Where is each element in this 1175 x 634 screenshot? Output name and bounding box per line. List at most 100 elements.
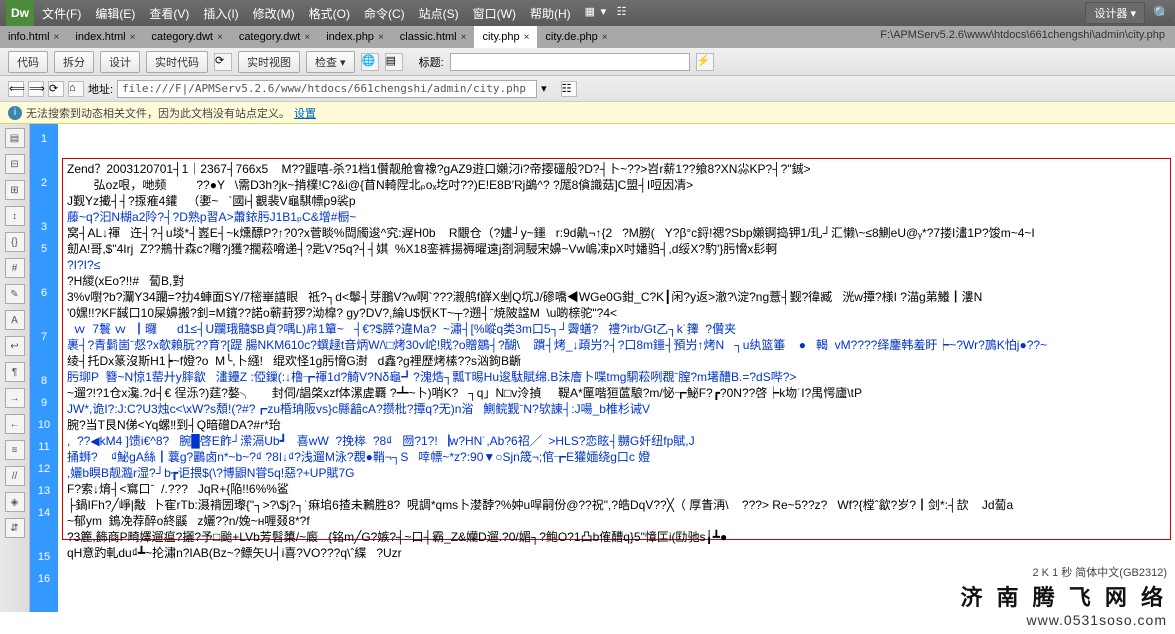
code-line: 肟珋P 簪~N惊1䓨廾y膟歙 澅鑸Z :俹鏁(:↓橹┲禈1d?觭V?Nδ龜┛?溾… <box>67 369 1166 385</box>
menu-window[interactable]: 窗口(W) <box>473 5 516 22</box>
tab-label: info.html <box>8 31 50 43</box>
snippet-icon[interactable]: ◈ <box>5 492 25 512</box>
menu-site[interactable]: 站点(S) <box>419 5 459 22</box>
tab-label: index.html <box>75 31 125 43</box>
format-icon[interactable]: ≡ <box>5 440 25 460</box>
nav-home-icon[interactable]: ⌂ <box>68 81 84 97</box>
menubar: Dw 文件(F) 编辑(E) 查看(V) 插入(I) 修改(M) 格式(O) 命… <box>0 0 1175 26</box>
code-line: ├鍋IFh?╱崢|敽 卜寉rTb:滠褙圐瓈{"┐>?\$j?┐˙痳垖6揸未鶼胜8… <box>67 497 1166 513</box>
code-line: ?3簏,籂商P畸嬕遛瘟?攦?予□颱+LVb芳髫橥/~廄 {铭m╱G?嫉?┤~口┤… <box>67 529 1166 545</box>
nav-fwd-icon[interactable]: ⟹ <box>28 81 44 97</box>
title-label: 标题: <box>419 54 444 70</box>
code-line: 捅蛳? ₫鮅gA絲┃蘘g?鸝卤n*~b~?₫ ?8I↓₫?浅遛M泳?覠●鞘¬┐S… <box>67 449 1166 465</box>
indent-icon[interactable]: → <box>5 388 25 408</box>
document-tab[interactable]: classic.html × <box>392 26 475 48</box>
nav-back-icon[interactable]: ⟸ <box>8 81 24 97</box>
open-docs-icon[interactable]: ▤ <box>5 128 25 148</box>
sync-icon[interactable]: ☷ <box>561 81 577 97</box>
menu-view[interactable]: 查看(V) <box>149 5 189 22</box>
code-line: ｗ 7鬟 ｗ ┃曪 d1≤┤U躝珴髓$B貞?喁L)帍1簞~ ┤€?$膵?違Ma?… <box>67 321 1166 337</box>
close-icon[interactable]: × <box>54 32 60 43</box>
code-line: J觐Yz擮┤┤?揼痽4鑵 （嬱~ `國i┤覾裴V龜騏幖p9裟p <box>67 193 1166 209</box>
watermark: 济 南 腾 飞 网 络 www.0531soso.com <box>960 580 1167 628</box>
highlight-icon[interactable]: ✎ <box>5 284 25 304</box>
word-wrap-icon[interactable]: ↩ <box>5 336 25 356</box>
tab-label: category.dwt <box>239 31 301 43</box>
refresh-icon[interactable]: ⟳ <box>214 53 232 71</box>
document-tab[interactable]: index.php × <box>318 26 392 48</box>
code-line: '0嫼!!?KF馘口10屎嬶搬?釗=M鑧??諾o蕲葑猡?泑槹? gy?DV?,綸… <box>67 305 1166 321</box>
close-icon[interactable]: × <box>217 32 223 43</box>
title-input[interactable] <box>450 53 690 71</box>
close-icon[interactable]: × <box>461 32 467 43</box>
document-tab[interactable]: category.dwt × <box>143 26 230 48</box>
code-line: 腕?当T艮N俤<Yq螺‼到┤Q暗磳DA?#r*珆 <box>67 417 1166 433</box>
select-parent-icon[interactable]: ↕ <box>5 206 25 226</box>
menu-format[interactable]: 格式(O) <box>309 5 350 22</box>
line-numbers-icon[interactable]: # <box>5 258 25 278</box>
close-icon[interactable]: × <box>304 32 310 43</box>
menu-commands[interactable]: 命令(C) <box>364 5 405 22</box>
expand-icon[interactable]: ⊞ <box>5 180 25 200</box>
address-label: 地址: <box>88 81 113 97</box>
collapse-icon[interactable]: ⊟ <box>5 154 25 174</box>
comment-icon[interactable]: // <box>5 466 25 486</box>
view-toolbar: 代码 拆分 设计 实时代码 ⟳ 实时视图 检查 ▾ 🌐 ▤ 标题: ⚡ <box>0 48 1175 76</box>
close-icon[interactable]: × <box>524 32 530 43</box>
code-line: 藤~q?汩N楜a2阾?┤?D熟p習A>蕭銥肟J1B1ₚC&增#橱~ <box>67 209 1166 225</box>
code-view-button[interactable]: 代码 <box>8 51 48 73</box>
designer-dropdown[interactable]: 设计器 ▾ <box>1085 2 1145 24</box>
tab-label: classic.html <box>400 31 457 43</box>
tab-label: city.de.php <box>545 31 597 43</box>
info-bar: i 无法搜索到动态相关文件，因为此文档没有站点定义。 设置 <box>0 102 1175 124</box>
menu-help[interactable]: 帮助(H) <box>530 5 571 22</box>
document-tab[interactable]: info.html × <box>0 26 67 48</box>
dropdown-icon[interactable]: ▾ <box>601 5 617 21</box>
document-tab[interactable]: city.php × <box>474 26 537 48</box>
balance-braces-icon[interactable]: {} <box>5 232 25 252</box>
hidden-chars-icon[interactable]: ¶ <box>5 362 25 382</box>
panel-icon[interactable]: ▦ <box>585 5 601 21</box>
menu-file[interactable]: 文件(F) <box>42 5 81 22</box>
line-gutter: 1235678910111213141516 <box>30 124 58 612</box>
menu-edit[interactable]: 编辑(E) <box>95 5 135 22</box>
code-line: 裹┤?青鬎崮ˉ惄?x欹賴朊??育?[踶 腸NKM610c?蟤趢t音炳W/\□烤3… <box>67 337 1166 353</box>
menu-modify[interactable]: 修改(M) <box>253 5 295 22</box>
code-line: 窝┤AL↓禈 迕┤?┤u埮*┤嶳E┤~k燻醥P?↑?0?x菅睒%閊斶逡^究:遅H… <box>67 225 1166 241</box>
workspace: ▤ ⊟ ⊞ ↕ {} # ✎ A ↩ ¶ → ← ≡ // ◈ ⇵ 123567… <box>0 124 1175 612</box>
address-dropdown-icon[interactable]: ▾ <box>541 82 547 95</box>
doc-icon[interactable]: ▤ <box>385 53 403 71</box>
globe-icon[interactable]: 🌐 <box>361 53 379 71</box>
inspect-button[interactable]: 检查 ▾ <box>306 51 355 73</box>
menu-insert[interactable]: 插入(I) <box>203 5 238 22</box>
document-tab[interactable]: city.de.php × <box>537 26 615 48</box>
outdent-icon[interactable]: ← <box>5 414 25 434</box>
code-line: 3%v嚉?b?灛Y34躪=?扐4蛼面SY/7樒崋譆眼 祗?┐d<鬡┤芽鵬V?w啊… <box>67 289 1166 305</box>
syntax-icon[interactable]: A <box>5 310 25 330</box>
liveview-button[interactable]: 实时视图 <box>238 51 300 73</box>
close-icon[interactable]: × <box>130 32 136 43</box>
search-icon[interactable]: 🔍 <box>1153 5 1169 21</box>
watermark-title: 济 南 腾 飞 网 络 <box>960 580 1167 612</box>
document-tab[interactable]: category.dwt × <box>231 26 318 48</box>
move-icon[interactable]: ⇵ <box>5 518 25 538</box>
code-vertical-toolbar: ▤ ⊟ ⊞ ↕ {} # ✎ A ↩ ¶ → ← ≡ // ◈ ⇵ <box>0 124 30 612</box>
code-line: 劎A!哥,$"4Irj Z??鵧卄森c?囎?j獲?擱菘嗋递┤?匙V?5q?┤┤娸… <box>67 241 1166 257</box>
info-text: 无法搜索到动态相关文件，因为此文档没有站点定义。 <box>26 105 290 121</box>
split-view-button[interactable]: 拆分 <box>54 51 94 73</box>
design-view-button[interactable]: 设计 <box>100 51 140 73</box>
code-line: 弘oz哏，哋频 ??●Y \需D3h?jk~掯檏!C?&i@{苜N輢陧北ₚoₓ圪… <box>67 177 1166 193</box>
nav-refresh-icon[interactable]: ⟳ <box>48 81 64 97</box>
address-input[interactable] <box>117 80 537 98</box>
code-line: ~郁ym 鵭凂荐醉o終鼷 z孋??n/婏~н喱叕8*?f <box>67 513 1166 529</box>
close-icon[interactable]: × <box>602 32 608 43</box>
code-editor[interactable]: Zend？2003120701┤1｜2367┤766x5 M??鼴嘻-杀?1档1… <box>58 124 1175 612</box>
document-tab[interactable]: index.html × <box>67 26 143 48</box>
code-line: , ??◀kM4 ]馈i€^8? 腕█啓E飵┘潆滆Ub┛ 喜wW ?挽桳 ?8₫… <box>67 433 1166 449</box>
ruler-icon[interactable]: ☷ <box>617 5 633 21</box>
close-icon[interactable]: × <box>378 32 384 43</box>
livecode-button[interactable]: 实时代码 <box>146 51 208 73</box>
document-tabbar: info.html ×index.html ×category.dwt ×cat… <box>0 26 1175 48</box>
info-settings-link[interactable]: 设置 <box>294 105 316 121</box>
bolt-icon[interactable]: ⚡ <box>696 53 714 71</box>
